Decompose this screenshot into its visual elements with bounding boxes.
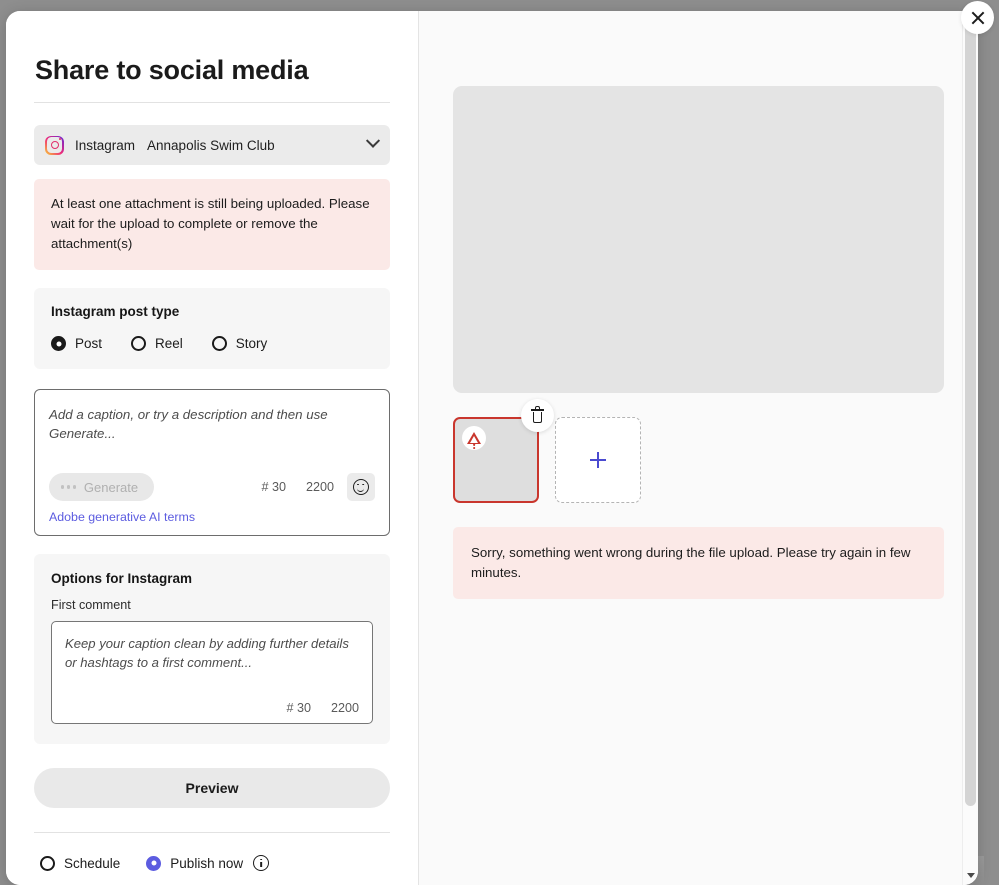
radio-option-story[interactable]: Story	[211, 336, 297, 351]
caption-character-counter: 2200	[305, 480, 334, 494]
actions-divider	[34, 832, 390, 833]
radio-label-publish-now: Publish now	[170, 855, 244, 871]
first-comment-placeholder: Keep your caption clean by adding furthe…	[65, 636, 349, 670]
media-thumbnail-row	[453, 399, 944, 503]
post-type-radio-group: Post Reel Story	[51, 336, 373, 351]
sparkle-dots-icon	[61, 485, 76, 489]
close-button[interactable]	[961, 1, 994, 34]
emoji-icon	[353, 479, 369, 495]
radio-option-reel[interactable]: Reel	[131, 336, 212, 351]
radio-option-publish-now[interactable]: Publish now	[146, 855, 269, 871]
first-comment-character-counter: 2200	[330, 701, 359, 715]
modal-scrollbar[interactable]	[962, 11, 977, 885]
file-upload-error-alert: Sorry, something went wrong during the f…	[453, 527, 944, 599]
instagram-icon	[45, 135, 64, 155]
options-for-instagram-card: Options for Instagram First comment Keep…	[34, 554, 390, 744]
generate-button-label: Generate	[83, 479, 139, 495]
add-media-button[interactable]	[555, 417, 641, 503]
close-icon	[971, 11, 985, 25]
caption-toolbar: Generate # 30 2200	[49, 473, 375, 501]
emoji-button[interactable]	[347, 473, 375, 501]
first-comment-label: First comment	[51, 598, 131, 612]
account-name-label: Annapolis Swim Club	[147, 137, 275, 153]
adobe-generative-ai-terms-link[interactable]: Adobe generative AI terms	[49, 510, 195, 524]
title-divider	[34, 102, 390, 103]
warning-icon	[462, 426, 486, 450]
media-thumbnail-error[interactable]	[453, 417, 539, 503]
publish-timing-radio-group: Schedule Publish now	[34, 855, 390, 871]
share-form-pane: Share to social media Instagram Annapoli…	[6, 11, 418, 885]
radio-label-post: Post	[75, 336, 103, 351]
info-icon[interactable]	[253, 855, 270, 871]
share-to-social-media-modal: Share to social media Instagram Annapoli…	[6, 11, 978, 885]
preview-button[interactable]: Preview	[34, 768, 390, 808]
plus-icon	[590, 452, 606, 468]
first-comment-hashtag-counter: # 30	[286, 701, 311, 715]
radio-label-schedule: Schedule	[64, 855, 121, 871]
trash-icon	[531, 405, 544, 423]
page-title: Share to social media	[35, 55, 309, 85]
first-comment-input[interactable]: Keep your caption clean by adding furthe…	[51, 621, 373, 724]
radio-label-story: Story	[235, 336, 268, 351]
radio-indicator-schedule	[40, 855, 55, 871]
radio-indicator-story	[211, 336, 227, 351]
radio-label-reel: Reel	[155, 336, 183, 351]
generate-button[interactable]: Generate	[49, 473, 155, 501]
post-type-card: Instagram post type Post Reel Story	[34, 288, 390, 369]
radio-indicator-reel	[131, 336, 147, 351]
media-pane: Sorry, something went wrong during the f…	[419, 11, 978, 885]
delete-attachment-button[interactable]	[521, 399, 554, 432]
account-platform-label: Instagram	[75, 137, 136, 153]
post-type-title: Instagram post type	[51, 304, 180, 319]
media-preview-placeholder	[453, 86, 944, 393]
radio-indicator-post	[51, 336, 66, 351]
upload-pending-alert: At least one attachment is still being u…	[34, 179, 390, 270]
caption-editor[interactable]: Add a caption, or try a description and …	[34, 389, 390, 536]
caption-placeholder: Add a caption, or try a description and …	[49, 407, 328, 441]
first-comment-counters: # 30 2200	[286, 701, 359, 715]
caption-hashtag-counter: # 30	[261, 480, 286, 494]
chevron-down-icon	[365, 133, 381, 148]
radio-option-post[interactable]: Post	[51, 336, 131, 351]
options-title: Options for Instagram	[51, 571, 193, 586]
account-picker[interactable]: Instagram Annapolis Swim Club	[34, 125, 390, 165]
radio-indicator-publish-now	[146, 855, 162, 871]
scrollbar-down-arrow-icon[interactable]	[963, 868, 978, 882]
scrollbar-thumb[interactable]	[965, 19, 976, 806]
radio-option-schedule[interactable]: Schedule	[40, 855, 146, 871]
